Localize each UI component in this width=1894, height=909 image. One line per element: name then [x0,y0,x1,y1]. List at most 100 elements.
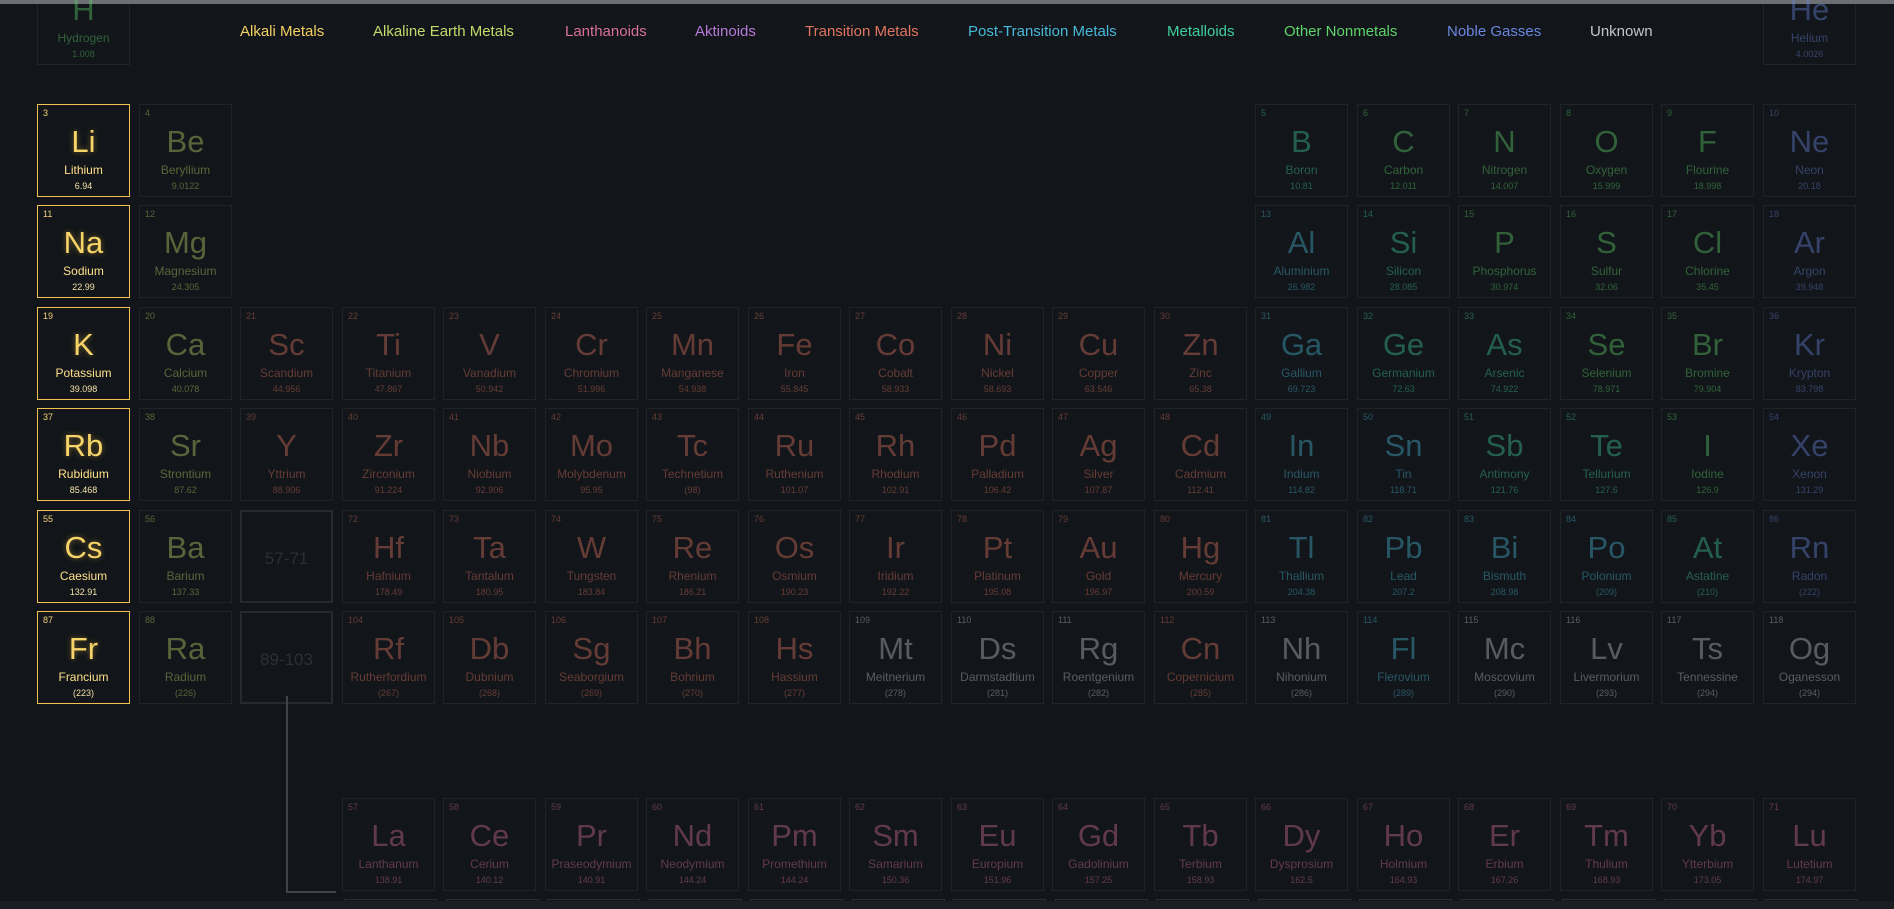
element-cell-magnesium[interactable]: 12 Mg Magnesium 24.305 [139,205,232,298]
element-cell-moscovium[interactable]: 115 Mc Moscovium (290) [1458,611,1551,704]
element-cell-terbium[interactable]: 65 Tb Terbium 158.93 [1154,798,1247,891]
element-cell-phosphorus[interactable]: 15 P Phosphorus 30.974 [1458,205,1551,298]
element-cell-carbon[interactable]: 6 C Carbon 12.011 [1357,104,1450,197]
element-cell-samarium[interactable]: 62 Sm Samarium 150.36 [849,798,942,891]
element-cell-darmstadtium[interactable]: 110 Ds Darmstadtium (281) [951,611,1044,704]
element-cell-xenon[interactable]: 54 Xe Xenon 131.29 [1763,408,1856,501]
element-cell-radon[interactable]: 86 Rn Radon (222) [1763,510,1856,603]
element-cell-thallium[interactable]: 81 Tl Thallium 204.38 [1255,510,1348,603]
element-cell-tantalum[interactable]: 73 Ta Tantalum 180.95 [443,510,536,603]
element-cell-copernicium[interactable]: 112 Cn Copernicium (285) [1154,611,1247,704]
element-cell-lanthanum[interactable]: 57 La Lanthanum 138.91 [342,798,435,891]
element-cell-thulium[interactable]: 69 Tm Thulium 168.93 [1560,798,1653,891]
element-cell-silicon[interactable]: 14 Si Silicon 28.085 [1357,205,1450,298]
element-cell-chromium[interactable]: 24 Cr Chromium 51.996 [545,307,638,400]
element-cell-gold[interactable]: 79 Au Gold 196.97 [1052,510,1145,603]
aktinoid-placeholder[interactable]: 89-103 [240,611,333,704]
element-cell-flourine[interactable]: 9 F Flourine 18.998 [1661,104,1754,197]
element-cell-selenium[interactable]: 34 Se Selenium 78.971 [1560,307,1653,400]
element-cell-platinum[interactable]: 78 Pt Platinum 195.08 [951,510,1044,603]
element-cell-potassium[interactable]: 19 K Potassium 39.098 [37,307,130,400]
element-cell-silver[interactable]: 47 Ag Silver 107.87 [1052,408,1145,501]
element-cell-iron[interactable]: 26 Fe Iron 55.845 [748,307,841,400]
element-cell-chlorine[interactable]: 17 Cl Chlorine 35.45 [1661,205,1754,298]
element-cell-roentgenium[interactable]: 111 Rg Roentgenium (282) [1052,611,1145,704]
element-cell-germanium[interactable]: 32 Ge Germanium 72.63 [1357,307,1450,400]
element-cell-dysprosium[interactable]: 66 Dy Dysprosium 162.5 [1255,798,1348,891]
element-cell-cadmium[interactable]: 48 Cd Cadmium 112.41 [1154,408,1247,501]
element-cell-niobium[interactable]: 41 Nb Niobium 92.906 [443,408,536,501]
element-cell-gallium[interactable]: 31 Ga Gallium 69.723 [1255,307,1348,400]
element-cell-yttrium[interactable]: 39 Y Yttrium 88.906 [240,408,333,501]
element-cell-nihonium[interactable]: 113 Nh Nihonium (286) [1255,611,1348,704]
element-cell-zirconium[interactable]: 40 Zr Zirconium 91.224 [342,408,435,501]
element-cell-seaborgium[interactable]: 106 Sg Seaborgium (269) [545,611,638,704]
element-cell-helium[interactable]: 2HeHelium4.0026 [1763,0,1856,65]
element-cell-sodium[interactable]: 11 Na Sodium 22.99 [37,205,130,298]
element-cell-bromine[interactable]: 35 Br Bromine 79.904 [1661,307,1754,400]
element-cell-oganesson[interactable]: 118 Og Oganesson (294) [1763,611,1856,704]
element-cell-copper[interactable]: 29 Cu Copper 63.546 [1052,307,1145,400]
element-cell-argon[interactable]: 18 Ar Argon 39.948 [1763,205,1856,298]
element-cell-dubnium[interactable]: 105 Db Dubnium (268) [443,611,536,704]
element-cell-strontium[interactable]: 38 Sr Strontium 87.62 [139,408,232,501]
element-cell-boron[interactable]: 5 B Boron 10.81 [1255,104,1348,197]
element-cell-iridium[interactable]: 77 Ir Iridium 192.22 [849,510,942,603]
element-cell-radium[interactable]: 88 Ra Radium (226) [139,611,232,704]
element-cell-nickel[interactable]: 28 Ni Nickel 58.693 [951,307,1044,400]
element-cell-osmium[interactable]: 76 Os Osmium 190.23 [748,510,841,603]
element-cell-indium[interactable]: 49 In Indium 114.82 [1255,408,1348,501]
element-cell-neodymium[interactable]: 60 Nd Neodymium 144.24 [646,798,739,891]
element-cell-rhodium[interactable]: 45 Rh Rhodium 102.91 [849,408,942,501]
element-cell-technetium[interactable]: 43 Tc Technetium (98) [646,408,739,501]
element-cell-tellurium[interactable]: 52 Te Tellurium 127.6 [1560,408,1653,501]
element-cell-livermorium[interactable]: 116 Lv Livermorium (293) [1560,611,1653,704]
element-cell-tennessine[interactable]: 117 Ts Tennessine (294) [1661,611,1754,704]
element-cell-francium[interactable]: 87 Fr Francium (223) [37,611,130,704]
element-cell-palladium[interactable]: 46 Pd Palladium 106.42 [951,408,1044,501]
element-cell-beryllium[interactable]: 4 Be Beryllium 9.0122 [139,104,232,197]
element-cell-holmium[interactable]: 67 Ho Holmium 164.93 [1357,798,1450,891]
element-cell-calcium[interactable]: 20 Ca Calcium 40.078 [139,307,232,400]
element-cell-rubidium[interactable]: 37 Rb Rubidium 85.468 [37,408,130,501]
element-cell-barium[interactable]: 56 Ba Barium 137.33 [139,510,232,603]
element-cell-tungsten[interactable]: 74 W Tungsten 183.84 [545,510,638,603]
element-cell-oxygen[interactable]: 8 O Oxygen 15.999 [1560,104,1653,197]
element-cell-molybdenum[interactable]: 42 Mo Molybdenum 95.95 [545,408,638,501]
element-cell-zinc[interactable]: 30 Zn Zinc 65.38 [1154,307,1247,400]
element-cell-ruthenium[interactable]: 44 Ru Ruthenium 101.07 [748,408,841,501]
element-cell-rhenium[interactable]: 75 Re Rhenium 186.21 [646,510,739,603]
element-cell-manganese[interactable]: 25 Mn Manganese 54.938 [646,307,739,400]
element-cell-lead[interactable]: 82 Pb Lead 207.2 [1357,510,1450,603]
element-cell-krypton[interactable]: 36 Kr Krypton 83.798 [1763,307,1856,400]
element-cell-tin[interactable]: 50 Sn Tin 118.71 [1357,408,1450,501]
element-cell-lithium[interactable]: 3 Li Lithium 6.94 [37,104,130,197]
element-cell-erbium[interactable]: 68 Er Erbium 167.26 [1458,798,1551,891]
element-cell-scandium[interactable]: 21 Sc Scandium 44.956 [240,307,333,400]
element-cell-meitnerium[interactable]: 109 Mt Meitnerium (278) [849,611,942,704]
element-cell-vanadium[interactable]: 23 V Vanadium 50.942 [443,307,536,400]
element-cell-flerovium[interactable]: 114 Fl Flerovium (289) [1357,611,1450,704]
element-cell-titanium[interactable]: 22 Ti Titanium 47.867 [342,307,435,400]
element-cell-praseodymium[interactable]: 59 Pr Praseodymium 140.91 [545,798,638,891]
element-cell-nitrogen[interactable]: 7 N Nitrogen 14.007 [1458,104,1551,197]
element-cell-europium[interactable]: 63 Eu Europium 151.96 [951,798,1044,891]
element-cell-sulfur[interactable]: 16 S Sulfur 32.06 [1560,205,1653,298]
element-cell-promethium[interactable]: 61 Pm Promethium 144.24 [748,798,841,891]
element-cell-hydrogen[interactable]: 1HHydrogen1.008 [37,0,130,65]
lanthanoid-placeholder[interactable]: 57-71 [240,510,333,603]
element-cell-mercury[interactable]: 80 Hg Mercury 200.59 [1154,510,1247,603]
element-cell-polonium[interactable]: 84 Po Polonium (209) [1560,510,1653,603]
element-cell-iodine[interactable]: 53 I Iodine 126.9 [1661,408,1754,501]
element-cell-bismuth[interactable]: 83 Bi Bismuth 208.98 [1458,510,1551,603]
element-cell-lutetium[interactable]: 71 Lu Lutetium 174.97 [1763,798,1856,891]
element-cell-rutherfordium[interactable]: 104 Rf Rutherfordium (267) [342,611,435,704]
element-cell-antimony[interactable]: 51 Sb Antimony 121.76 [1458,408,1551,501]
element-cell-astatine[interactable]: 85 At Astatine (210) [1661,510,1754,603]
element-cell-arsenic[interactable]: 33 As Arsenic 74.922 [1458,307,1551,400]
element-cell-cerium[interactable]: 58 Ce Cerium 140.12 [443,798,536,891]
element-cell-cobalt[interactable]: 27 Co Cobalt 58.933 [849,307,942,400]
element-cell-hassium[interactable]: 108 Hs Hassium (277) [748,611,841,704]
element-cell-bohrium[interactable]: 107 Bh Bohrium (270) [646,611,739,704]
element-cell-aluminium[interactable]: 13 Al Aluminium 26.982 [1255,205,1348,298]
